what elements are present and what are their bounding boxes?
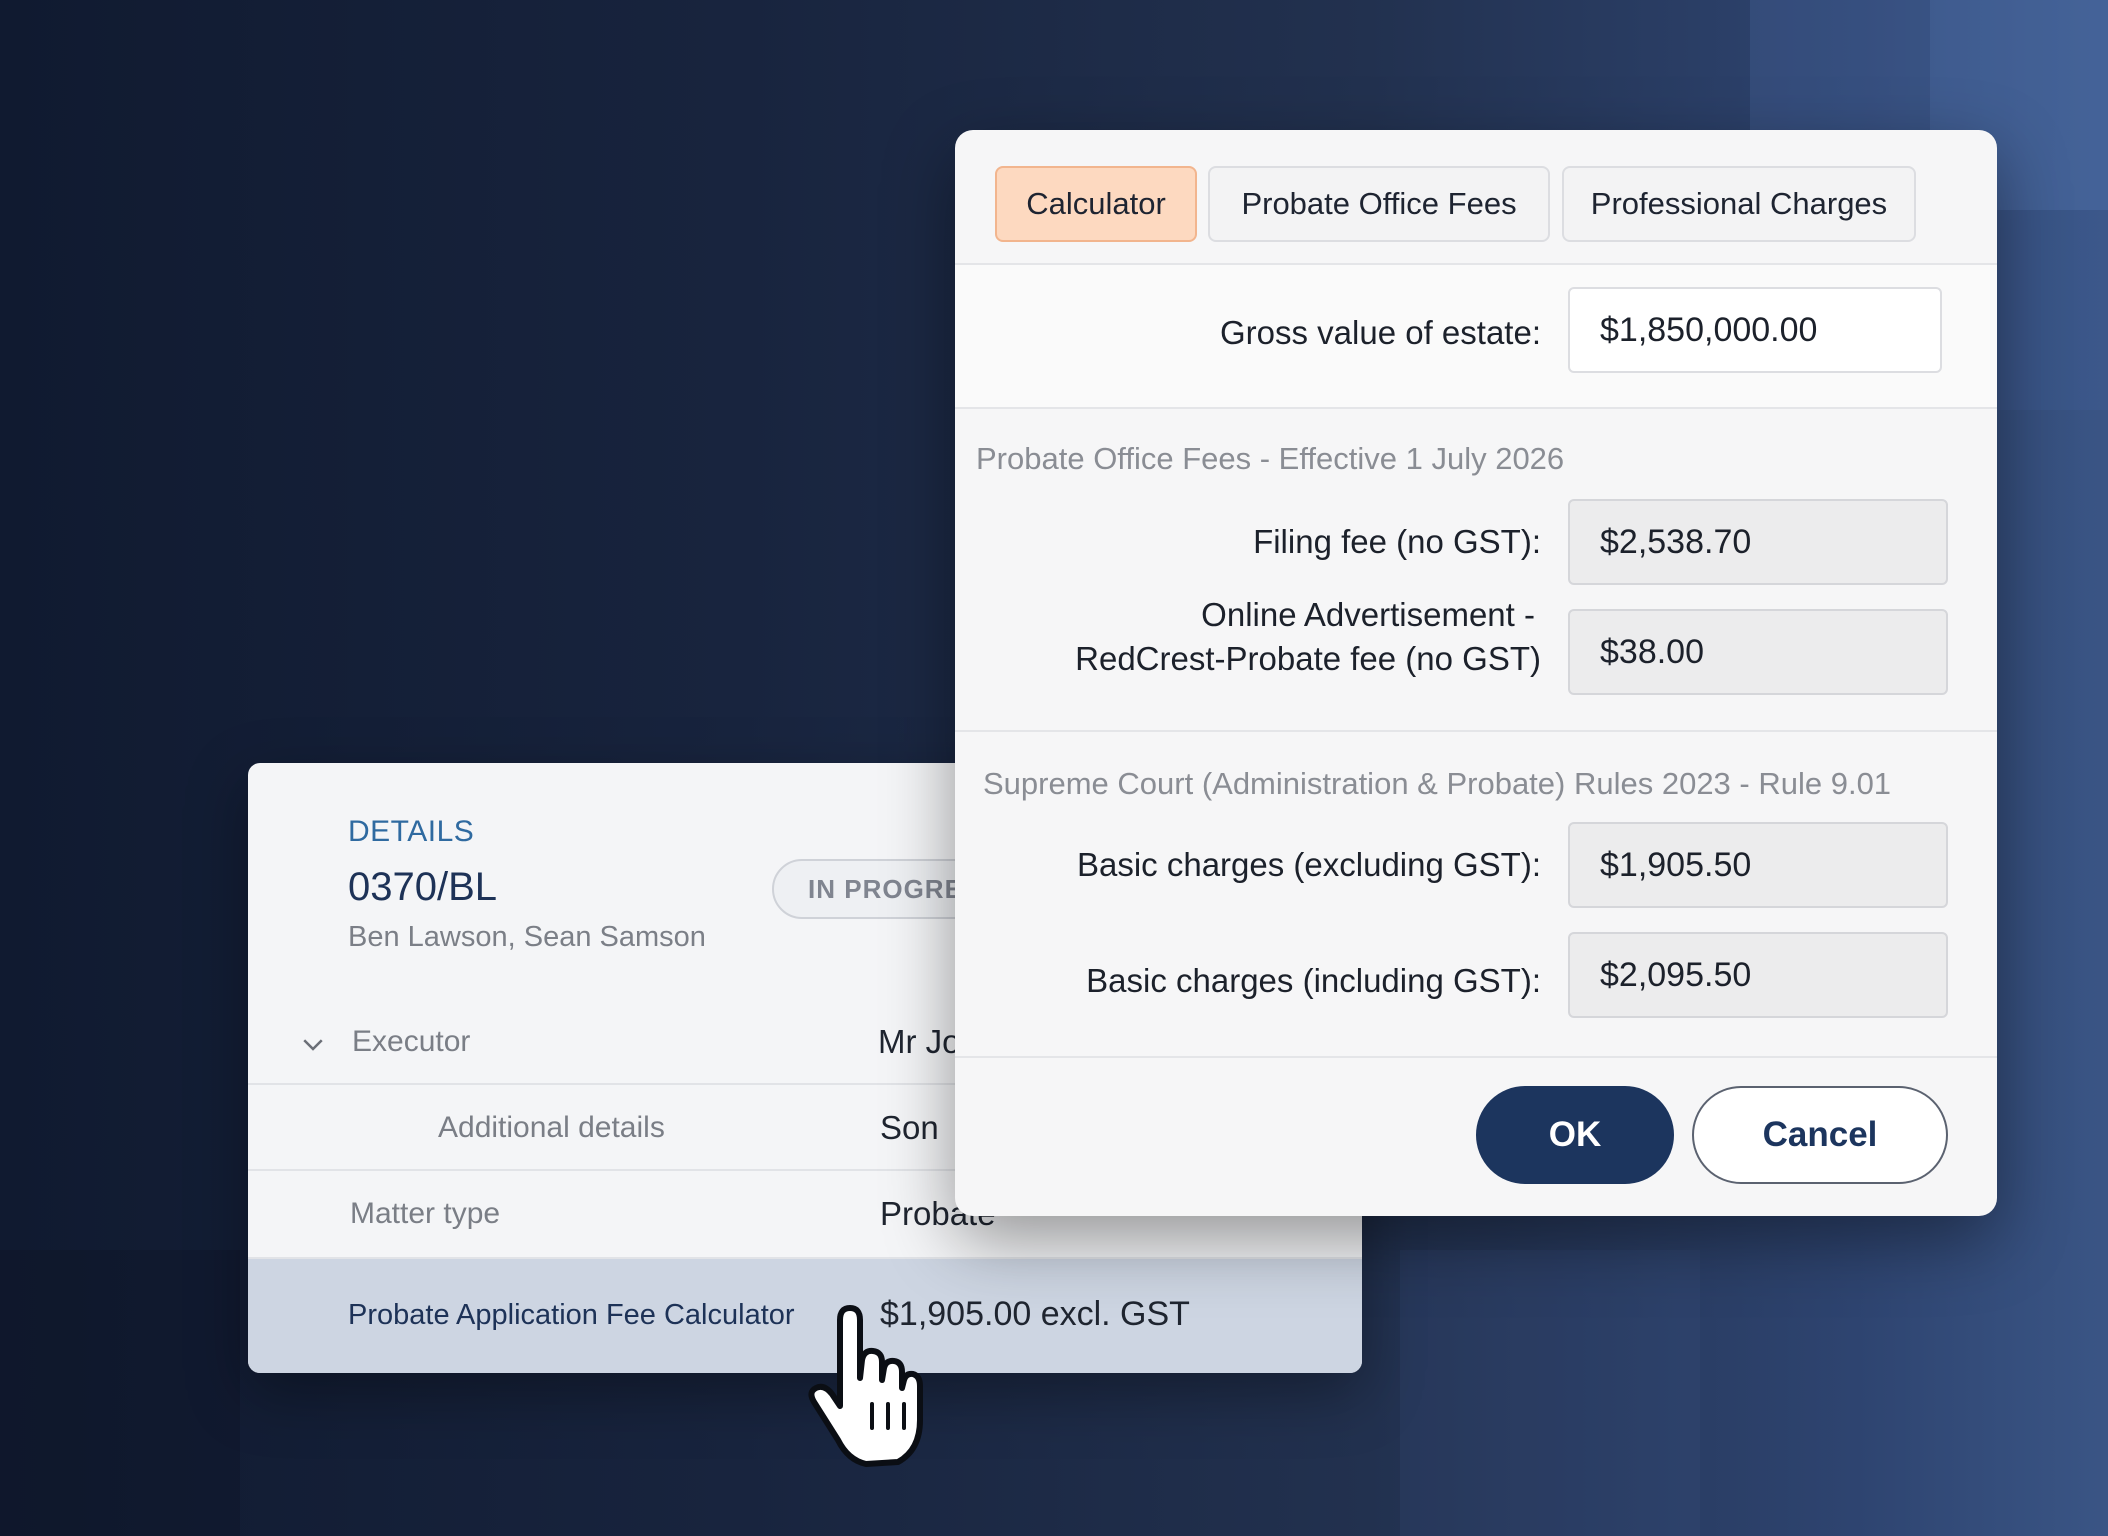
advertisement-fee-field: $38.00 (1568, 609, 1948, 695)
basic-charges-inc-gst-field: $2,095.50 (1568, 932, 1948, 1018)
matter-clients: Ben Lawson, Sean Samson (348, 921, 706, 953)
additional-details-value: Son (880, 1109, 939, 1146)
executor-label: Executor (352, 1025, 471, 1058)
probate-office-fees-section: Probate Office Fees - Effective 1 July 2… (955, 409, 1997, 732)
court-rules-section-title: Supreme Court (Administration & Probate)… (983, 766, 1892, 801)
details-section-label: DETAILS (348, 815, 475, 848)
fee-calculator-link[interactable]: Probate Application Fee Calculator (348, 1299, 795, 1332)
ok-button[interactable]: OK (1476, 1086, 1674, 1184)
gross-value-label: Gross value of estate: (1220, 314, 1541, 351)
filing-fee-label: Filing fee (no GST): (1253, 523, 1541, 560)
executor-value: Mr Jo (878, 1023, 961, 1060)
advertisement-fee-label-line2: RedCrest-Probate fee (no GST) (1075, 640, 1541, 677)
matter-type-label: Matter type (350, 1197, 501, 1230)
probate-fees-section-title: Probate Office Fees - Effective 1 July 2… (976, 441, 1565, 476)
basic-charges-inc-gst-label: Basic charges (including GST): (1086, 962, 1541, 999)
filing-fee-field: $2,538.70 (1568, 499, 1948, 585)
tab-professional-charges[interactable]: Professional Charges (1562, 166, 1916, 242)
fee-calculator-dialog: Calculator Probate Office Fees Professio… (955, 130, 1997, 1216)
tab-probate-office-fees[interactable]: Probate Office Fees (1208, 166, 1550, 242)
dialog-tabbar: Calculator Probate Office Fees Professio… (955, 130, 1997, 265)
basic-charges-ex-gst-label: Basic charges (excluding GST): (1076, 846, 1541, 883)
basic-charges-ex-gst-field: $1,905.50 (1568, 822, 1948, 908)
advertisement-fee-label-line1: Online Advertisement - (1201, 596, 1535, 633)
gross-value-input[interactable]: $1,850,000.00 (1568, 287, 1942, 373)
advertisement-fee-label: Online Advertisement - RedCrest-Probate … (1075, 593, 1541, 681)
cancel-button[interactable]: Cancel (1692, 1086, 1948, 1184)
gross-value-section: Gross value of estate: $1,850,000.00 (955, 265, 1997, 409)
additional-details-label: Additional details (438, 1111, 665, 1144)
matter-reference: 0370/BL (348, 865, 498, 909)
supreme-court-rules-section: Supreme Court (Administration & Probate)… (955, 732, 1997, 1058)
tab-calculator[interactable]: Calculator (995, 166, 1197, 242)
chevron-down-icon[interactable] (298, 1029, 328, 1059)
hand-pointer-icon (808, 1305, 923, 1467)
